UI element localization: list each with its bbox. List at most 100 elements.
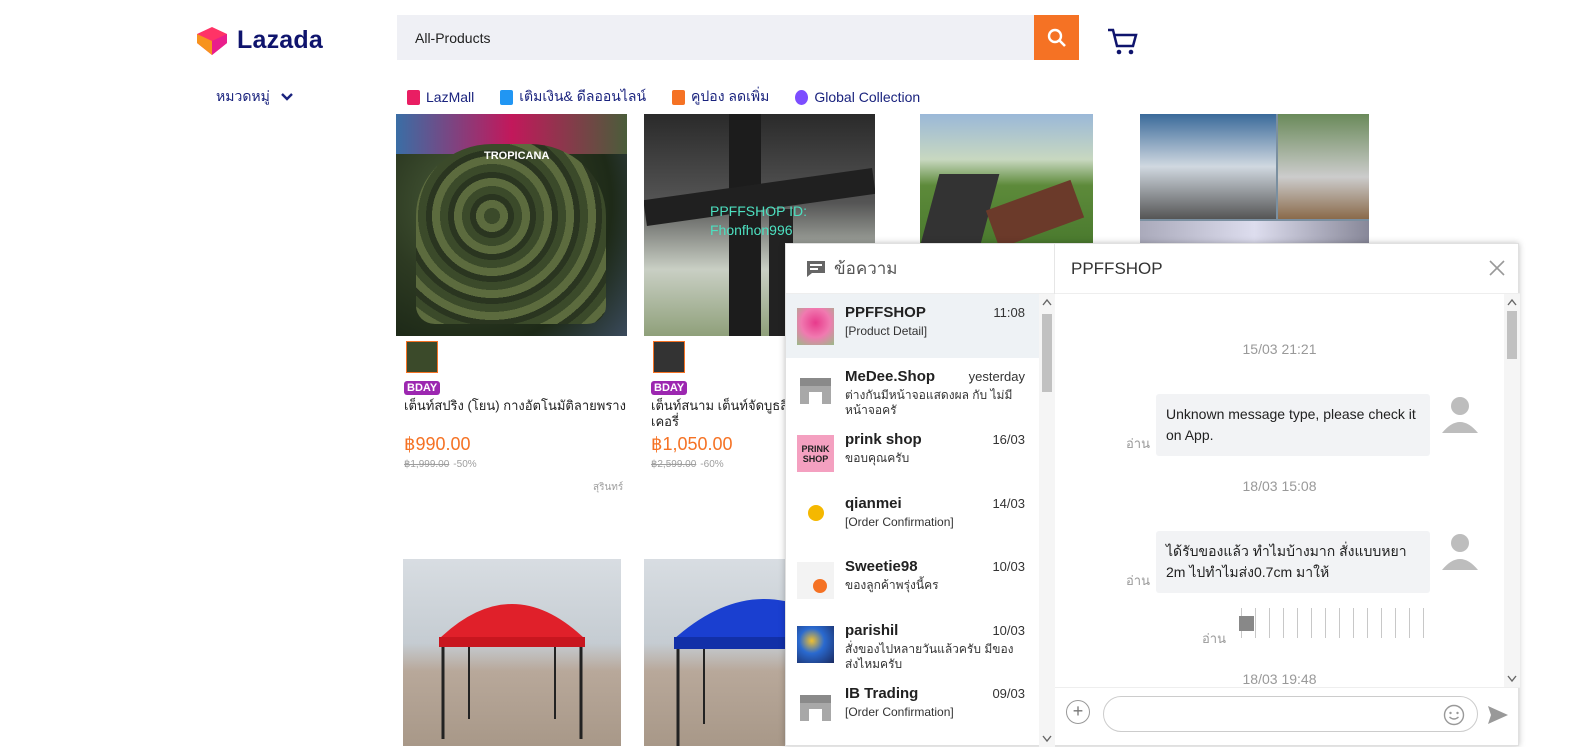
send-icon[interactable] — [1487, 705, 1509, 725]
nav-label: เติมเงิน& ดีลออนไลน์ — [519, 88, 647, 104]
conversation-scrollbar[interactable] — [1039, 294, 1055, 747]
conversation-time: 10/03 — [992, 622, 1025, 638]
discount: -60% — [700, 459, 724, 470]
blue-tent-image — [674, 599, 785, 746]
conversation-name: PPFFSHOP — [845, 304, 926, 321]
message-timestamp: 18/03 15:08 — [1242, 478, 1317, 494]
conversation-item[interactable]: MeDee.Shop yesterday ต่างกันมีหน้าจอแสดง… — [786, 358, 1039, 422]
shop-icon — [800, 695, 831, 721]
avatar: PRINK SHOP — [797, 435, 834, 472]
lazada-heart-icon — [197, 26, 227, 55]
top-nav: LazMall เติมเงิน& ดีลออนไลน์ คูปอง ลดเพิ… — [407, 86, 920, 108]
conversation-name: Sweetie98 — [845, 558, 918, 575]
lazada-logo[interactable]: Lazada — [195, 26, 323, 55]
message-composer: + — [1055, 687, 1520, 747]
chevron-down-icon — [281, 93, 293, 101]
product-location: สุรินทร์ — [593, 482, 624, 493]
conversation-preview: [Order Confirmation] — [845, 514, 954, 529]
conversation-name: qianmei — [845, 494, 902, 512]
scroll-up-icon — [1507, 298, 1517, 306]
conversation-item[interactable]: Sweetie98 10/03 ของลูกค้าพรุ่งนี้คร — [786, 548, 1039, 612]
conversation-preview: [Product Detail] — [845, 324, 928, 338]
conversation-preview: ต่างกันมีหน้าจอแสดงผล กับ ไม่มีหน้าจอครั — [845, 387, 1013, 417]
scroll-down-icon — [1507, 675, 1517, 683]
original-price: ฿1,999.00 -50% — [404, 459, 477, 470]
original-price: ฿2,599.00 -60% — [651, 459, 724, 470]
conversation-list: PPFFSHOP 11:08 [Product Detail] MeDee.Sh… — [786, 294, 1039, 747]
global-icon — [795, 89, 809, 105]
nav-label: คูปอง ลดเพิ่ม — [691, 88, 770, 104]
original-price-value: ฿2,599.00 — [651, 459, 697, 470]
conversation-item[interactable]: PPFFSHOP 11:08 [Product Detail] — [786, 294, 1039, 358]
message-scrollbar[interactable] — [1504, 294, 1520, 687]
add-attachment-button[interactable]: + — [1066, 700, 1090, 724]
conversation-time: yesterday — [968, 368, 1025, 384]
nav-global[interactable]: Global Collection — [795, 86, 920, 108]
conversation-item[interactable]: PRINK SHOP prink shop 16/03 ขอบคุณครับ — [786, 421, 1039, 485]
product-price: ฿990.00 — [404, 434, 471, 454]
nav-topup[interactable]: เติมเงิน& ดีลออนไลน์ — [500, 86, 646, 108]
product-image[interactable] — [1140, 114, 1369, 244]
read-status: อ่าน — [1126, 436, 1150, 451]
conversation-preview: ขอบคุณครับ — [845, 451, 910, 465]
message-bubble: ได้รับของแล้ว ทำไมบ้างมาก สั่งแบบหยา 2m … — [1156, 531, 1430, 593]
search-input[interactable] — [397, 15, 1034, 60]
logo-text: Lazada — [237, 26, 323, 54]
scroll-up-icon — [1042, 298, 1052, 306]
chat-window: ข้อความ PPFFSHOP 11:08 [Product Detail] … — [785, 243, 1520, 747]
product-image-text: PPFFSHOP ID: Fhonfhon996 — [710, 203, 807, 238]
product-image[interactable] — [920, 114, 1093, 244]
user-avatar — [1440, 393, 1480, 433]
image-message[interactable] — [1235, 608, 1431, 638]
red-tent-image — [439, 604, 585, 739]
chat-title: ข้อความ — [834, 259, 898, 278]
product-image-text: TROPICANA — [484, 150, 550, 162]
bday-badge: BDAY — [651, 381, 688, 395]
avatar — [797, 308, 834, 345]
cart-icon — [1108, 28, 1138, 55]
conversation-item[interactable]: parishil 10/03 สั่งของไปหลายวันแล้วครับ … — [786, 612, 1039, 676]
variant-thumb[interactable] — [406, 341, 438, 373]
product-image[interactable]: TROPICANA — [396, 114, 627, 336]
search-button[interactable] — [1034, 15, 1079, 60]
original-price-value: ฿1,999.00 — [404, 459, 450, 470]
read-status: อ่าน — [1126, 573, 1150, 588]
search-bar — [397, 15, 1079, 60]
coupon-icon — [672, 89, 686, 105]
message-panel: PPFFSHOP 15/03 21:21 อ่าน Unknown messag… — [1055, 244, 1520, 747]
conversation-time: 16/03 — [992, 432, 1025, 447]
active-shop-name: PPFFSHOP — [1071, 258, 1163, 278]
product-image[interactable] — [403, 559, 621, 746]
message-list: 15/03 21:21 อ่าน Unknown message type, p… — [1055, 294, 1504, 687]
product-price: ฿1,050.00 — [651, 434, 733, 454]
conversation-preview: [Order Confirmation] — [845, 705, 954, 719]
product-title[interactable]: เต็นท์สนาม เต็นท์จัดบูธสีเ เคอรี่ — [651, 398, 801, 430]
avatar — [797, 562, 834, 599]
variant-thumb[interactable] — [653, 341, 685, 373]
conversation-name: prink shop — [845, 431, 922, 448]
emoji-icon[interactable] — [1443, 704, 1465, 726]
nav-lazmall[interactable]: LazMall — [407, 86, 474, 108]
conversation-time: 11:08 — [993, 305, 1025, 320]
nav-coupon[interactable]: คูปอง ลดเพิ่ม — [672, 86, 769, 108]
conversation-name: MeDee.Shop — [845, 367, 936, 385]
cart-button[interactable] — [1107, 27, 1139, 62]
product-image[interactable] — [644, 559, 785, 746]
bday-badge: BDAY — [404, 381, 441, 395]
categories-dropdown[interactable]: หมวดหมู่ — [216, 86, 294, 108]
nav-label: Global Collection — [814, 89, 921, 105]
lazmall-icon — [407, 89, 420, 105]
scrollbar-thumb[interactable] — [1507, 311, 1517, 359]
conversation-item[interactable]: qianmei 14/03 [Order Confirmation] — [786, 485, 1039, 549]
conversation-item[interactable]: IB Trading 09/03 [Order Confirmation] — [786, 675, 1039, 739]
conversation-time: 09/03 — [992, 686, 1025, 701]
message-input[interactable] — [1103, 696, 1478, 732]
close-icon[interactable] — [1488, 259, 1506, 277]
scroll-down-icon — [1042, 735, 1052, 743]
conversation-name: parishil — [845, 621, 899, 639]
message-icon — [807, 260, 825, 277]
conversation-panel: ข้อความ PPFFSHOP 11:08 [Product Detail] … — [786, 244, 1055, 747]
scrollbar-thumb[interactable] — [1042, 314, 1052, 392]
conversation-preview: สั่งของไปหลายวันแล้วครับ มีของส่งไหมครับ — [845, 641, 1014, 671]
product-title[interactable]: เต็นท์สปริง (โยน) กางอัตโนมัติลายพราง — [404, 398, 634, 414]
